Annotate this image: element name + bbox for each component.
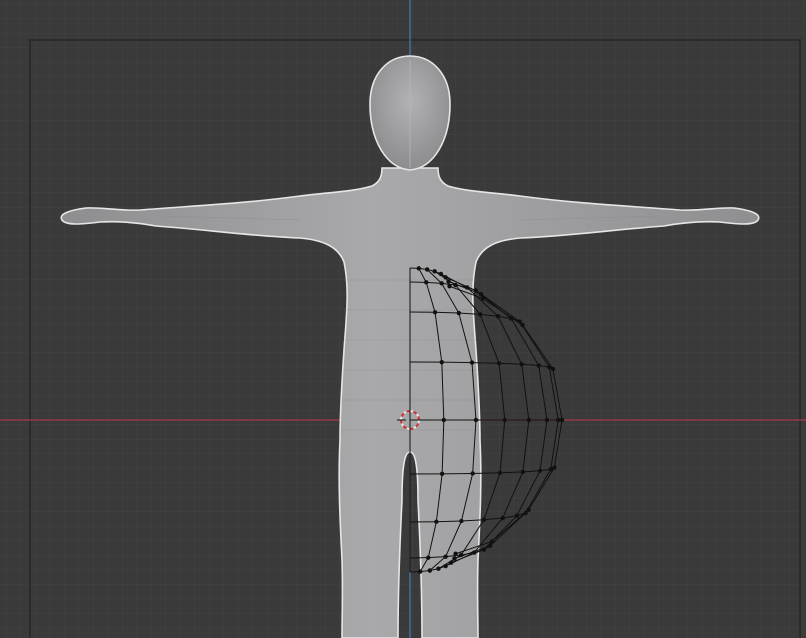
cage-vertex[interactable] xyxy=(436,566,441,571)
cage-vertex[interactable] xyxy=(452,556,457,561)
cage-vertex[interactable] xyxy=(555,417,561,423)
cage-vertex[interactable] xyxy=(526,507,531,512)
cage-vertex[interactable] xyxy=(559,417,565,423)
cage-vertex[interactable] xyxy=(497,470,503,476)
cage-vertex[interactable] xyxy=(417,569,423,574)
cage-vertex[interactable] xyxy=(502,417,507,423)
cage-vertex[interactable] xyxy=(514,513,520,518)
cage-vertex[interactable] xyxy=(481,547,487,552)
cage-vertex[interactable] xyxy=(432,269,437,274)
cage-vertex[interactable] xyxy=(439,471,445,477)
cage-vertex[interactable] xyxy=(470,471,475,476)
cage-edge xyxy=(471,362,500,364)
cage-vertex[interactable] xyxy=(448,560,454,565)
cage-vertex[interactable] xyxy=(453,551,458,556)
cage-vertex[interactable] xyxy=(550,366,556,372)
cage-vertex[interactable] xyxy=(443,563,448,569)
cage-vertex[interactable] xyxy=(453,282,458,288)
cage-vertex[interactable] xyxy=(426,555,431,560)
cage-vertex[interactable] xyxy=(495,314,501,319)
cage-vertex[interactable] xyxy=(459,518,464,524)
cage-vertex[interactable] xyxy=(478,291,484,297)
cage-vertex[interactable] xyxy=(471,550,477,555)
cage-vertex[interactable] xyxy=(458,552,464,558)
3d-viewport[interactable] xyxy=(0,0,806,638)
cage-vertex[interactable] xyxy=(544,417,550,423)
cage-vertex[interactable] xyxy=(520,469,526,475)
viewport-canvas[interactable] xyxy=(0,0,806,638)
cage-vertex[interactable] xyxy=(523,510,528,516)
cage-vertex[interactable] xyxy=(424,267,430,272)
cage-vertex[interactable] xyxy=(509,316,514,321)
cage-vertex[interactable] xyxy=(434,519,439,524)
cage-vertex[interactable] xyxy=(500,515,505,521)
cage-vertex[interactable] xyxy=(473,417,479,423)
cage-vertex[interactable] xyxy=(438,271,444,277)
cage-vertex[interactable] xyxy=(526,417,532,423)
cage-vertex[interactable] xyxy=(517,319,522,324)
cage-vertex[interactable] xyxy=(432,310,438,315)
cage-vertex[interactable] xyxy=(447,284,452,289)
cage-vertex[interactable] xyxy=(441,417,447,423)
cage-vertex[interactable] xyxy=(477,312,483,317)
cage-vertex[interactable] xyxy=(519,362,524,367)
cage-vertex[interactable] xyxy=(489,539,495,544)
cage-vertex[interactable] xyxy=(446,279,451,284)
cage-vertex[interactable] xyxy=(520,322,525,328)
cage-vertex[interactable] xyxy=(464,285,470,290)
cage-vertex[interactable] xyxy=(480,296,486,301)
cage-vertex[interactable] xyxy=(469,360,475,365)
cage-vertex[interactable] xyxy=(487,543,493,549)
cage-vertex[interactable] xyxy=(496,361,502,366)
cage-vertex[interactable] xyxy=(536,363,541,368)
cage-vertex[interactable] xyxy=(552,465,557,470)
cage-edge xyxy=(472,472,501,474)
cage-vertex[interactable] xyxy=(481,517,487,522)
cage-vertex[interactable] xyxy=(427,568,432,573)
cage-vertex[interactable] xyxy=(473,288,478,293)
cage-vertex[interactable] xyxy=(443,554,448,559)
cage-vertex[interactable] xyxy=(439,281,444,286)
cage-vertex[interactable] xyxy=(439,359,444,365)
cage-vertex[interactable] xyxy=(456,310,462,316)
cage-vertex[interactable] xyxy=(443,275,448,280)
cage-vertex[interactable] xyxy=(537,468,543,473)
cage-vertex[interactable] xyxy=(416,266,421,271)
cage-vertex[interactable] xyxy=(424,280,429,285)
